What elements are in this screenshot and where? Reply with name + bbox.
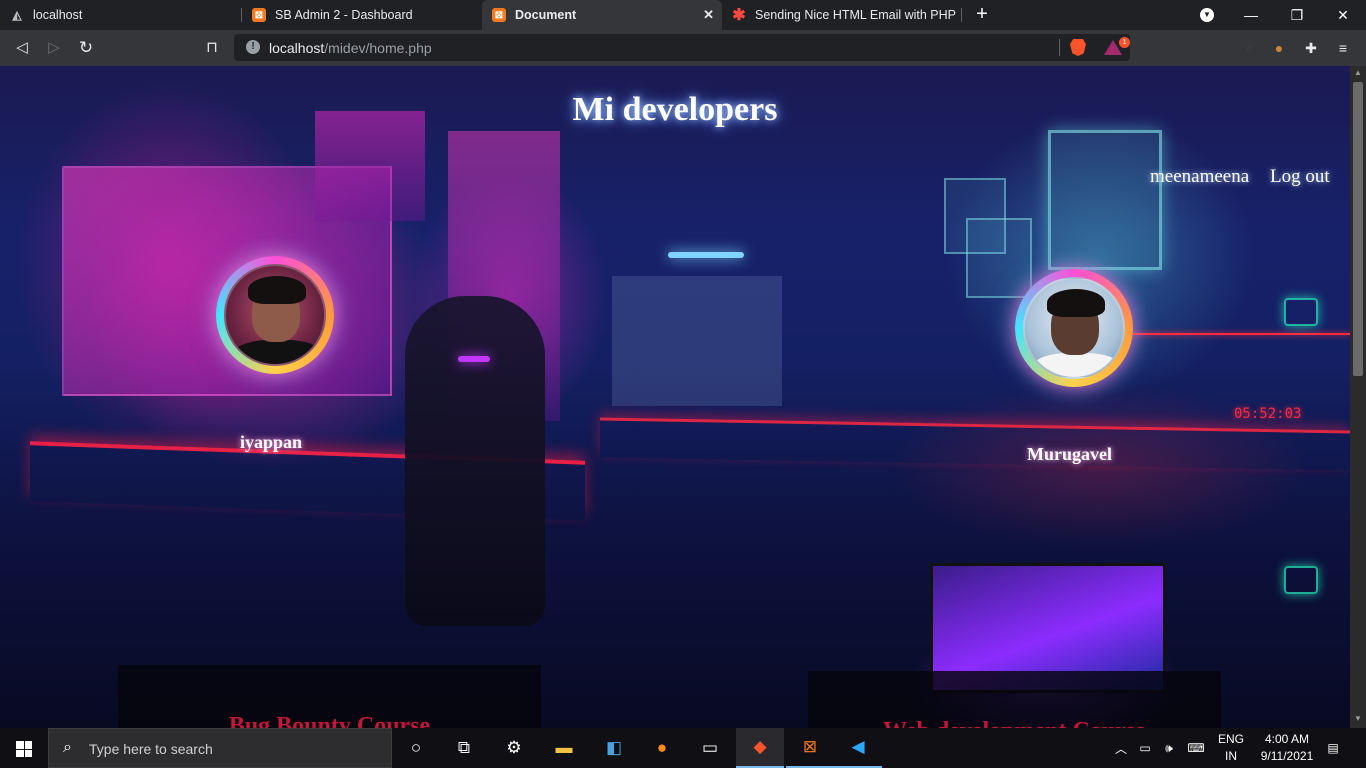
back-icon[interactable]: ◁ (11, 37, 33, 59)
extension-icon[interactable]: ● (1238, 37, 1260, 59)
file-explorer-icon[interactable]: ▬ (540, 728, 588, 768)
background-desk (600, 417, 1350, 471)
settings-gear-icon[interactable]: ⚙ (490, 728, 538, 768)
background-hologram (966, 218, 1032, 298)
divider (1059, 39, 1060, 56)
brave-browser-icon[interactable]: ◆ (736, 728, 784, 768)
menu-icon[interactable]: ≡ (1332, 37, 1354, 59)
username-link[interactable]: meenameena (1150, 166, 1249, 188)
member-avatar[interactable] (216, 256, 334, 374)
member-name: Murugavel (1027, 444, 1112, 464)
tab-strip: ◭ localhost ⊠ SB Admin 2 - Dashboard ⊠ D… (0, 0, 1366, 30)
site-info-icon[interactable]: ! (246, 40, 260, 54)
clock-date: 9/11/2021 (1260, 749, 1314, 763)
close-window-button[interactable]: ✕ (1320, 0, 1366, 30)
show-hidden-icons-icon[interactable]: ︿ (1112, 728, 1130, 768)
vscode-icon[interactable]: ◀ (834, 728, 882, 768)
background-led-clock: 05:52:03 (1234, 406, 1302, 422)
terminal-icon[interactable]: ▭ (686, 728, 734, 768)
asterisk-icon: ✱ (732, 7, 746, 24)
cookie-icon[interactable]: ● (1268, 37, 1290, 59)
tab-title: SB Admin 2 - Dashboard (275, 8, 413, 22)
tab-divider (961, 8, 962, 22)
minimize-button[interactable]: — (1228, 0, 1274, 30)
xampp-stack-icon: ◭ (12, 8, 22, 22)
scroll-up-icon[interactable]: ▲ (1350, 66, 1366, 80)
close-tab-icon[interactable]: ✕ (703, 7, 714, 23)
task-view-icon[interactable]: ⧉ (440, 728, 488, 768)
vertical-scrollbar[interactable]: ▲ ▼ (1350, 66, 1366, 728)
tab-search-icon[interactable]: ▼ (1200, 8, 1214, 22)
firefox-icon[interactable]: ● (638, 728, 686, 768)
profile-photo (224, 264, 326, 366)
browser-toolbar: ◁ ▷ ↻ ⊓ ! localhost/midev/home.php 1 ● ●… (0, 30, 1366, 66)
taskbar-search[interactable]: ⌕ Type here to search (48, 728, 392, 768)
keyboard-icon[interactable]: ⌨ (1182, 728, 1210, 768)
battery-icon[interactable]: ▭ (1134, 728, 1156, 768)
cortana-icon[interactable]: ○ (392, 728, 440, 768)
page-title: Mi developers (572, 91, 778, 128)
rewards-badge: 1 (1119, 37, 1130, 48)
tab-title: Document (515, 8, 577, 22)
forward-icon[interactable]: ▷ (43, 37, 65, 59)
tab-sb-admin[interactable]: ⊠ SB Admin 2 - Dashboard (242, 0, 482, 30)
start-button[interactable] (0, 728, 48, 768)
puzzle-extensions-icon[interactable]: ✚ (1300, 37, 1322, 59)
tab-title: Sending Nice HTML Email with PHP | C (755, 8, 960, 22)
course-title: Bug Bounty Course (228, 713, 431, 728)
background-glow-sign (1284, 566, 1318, 594)
brave-shields-icon[interactable] (1070, 39, 1086, 56)
xampp-icon: ⊠ (492, 8, 506, 22)
search-icon: ⌕ (63, 739, 72, 756)
member-avatar[interactable] (1015, 269, 1133, 387)
bookmark-icon[interactable]: ⊓ (201, 37, 223, 59)
system-clock[interactable]: 4:00 AM 9/11/2021 (1252, 731, 1322, 765)
member-name: iyappan (240, 432, 303, 452)
background-chair (405, 296, 545, 626)
restore-button[interactable]: ❐ (1274, 0, 1320, 30)
search-placeholder: Type here to search (89, 741, 213, 757)
background-lamp (668, 252, 744, 258)
page-viewport: 05:52:03 Mi developers meenameena Log ou… (0, 66, 1350, 728)
address-bar[interactable]: ! localhost/midev/home.php 1 (234, 34, 1130, 61)
tab-email[interactable]: ✱ Sending Nice HTML Email with PHP | C (722, 0, 960, 30)
course-card[interactable]: Web development Course (808, 671, 1221, 728)
xampp-icon: ⊠ (252, 8, 266, 22)
reload-icon[interactable]: ↻ (75, 37, 97, 59)
profile-photo (1023, 277, 1125, 379)
volume-icon[interactable]: 🕪 (1158, 728, 1180, 768)
tab-localhost[interactable]: ◭ localhost (0, 0, 240, 30)
new-tab-button[interactable]: + (970, 3, 994, 27)
clock-time: 4:00 AM (1264, 732, 1310, 746)
background-hologram (1048, 130, 1162, 270)
background-chair-light (458, 356, 490, 362)
logout-link[interactable]: Log out (1270, 166, 1330, 188)
notifications-icon[interactable]: ▤ (1322, 728, 1344, 768)
tab-title: localhost (33, 8, 83, 22)
background-glow-sign (1284, 298, 1318, 326)
control-panel-icon[interactable]: ◧ (590, 728, 638, 768)
windows-logo-icon (16, 741, 32, 757)
windows-taskbar: ⌕ Type here to search ○ ⧉ ⚙ ▬ ◧ ● ▭ ◆ ⊠ … (0, 728, 1366, 768)
tab-document[interactable]: ⊠ Document ✕ (482, 0, 722, 30)
background-pegboard (612, 276, 782, 406)
background-laser (1130, 333, 1350, 335)
course-card[interactable]: Bug Bounty Course (118, 665, 541, 728)
url-text[interactable]: localhost/midev/home.php (269, 40, 432, 56)
course-title: Web development Course (808, 718, 1221, 728)
scroll-down-icon[interactable]: ▼ (1350, 712, 1366, 726)
scroll-thumb[interactable] (1353, 82, 1363, 376)
xampp-icon[interactable]: ⊠ (786, 728, 834, 768)
language-indicator[interactable]: ENG IN (1214, 731, 1248, 765)
